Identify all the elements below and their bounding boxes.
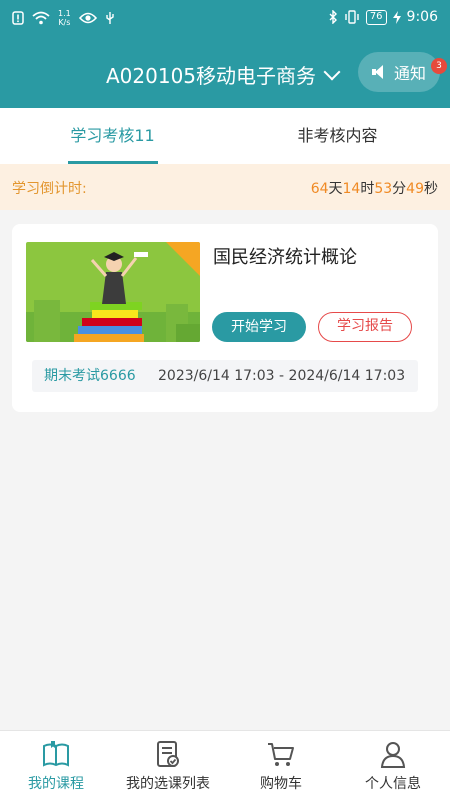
exam-date-range: 2023/6/14 17:03 - 2024/6/14 17:03 xyxy=(158,368,406,384)
eye-icon xyxy=(78,12,97,24)
exam-row[interactable]: 期末考试6666 2023/6/14 17:03 - 2024/6/14 17:… xyxy=(32,360,418,392)
checklist-icon xyxy=(157,741,179,767)
countdown-days: 64 xyxy=(310,181,329,197)
app-header: A020105移动电子商务 通知 xyxy=(0,38,450,108)
usb-icon xyxy=(106,12,114,24)
nav-course-list-label: 我的选课列表 xyxy=(126,776,210,792)
network-speed: 1.1 K/s xyxy=(58,9,71,27)
countdown-hours-unit: 时 xyxy=(360,181,375,197)
notice-badge: 3 xyxy=(431,58,447,74)
wifi-icon xyxy=(32,11,50,25)
countdown-seconds-unit: 秒 xyxy=(424,181,438,197)
nav-profile[interactable]: 个人信息 xyxy=(337,731,449,800)
course-title-text: A020105移动电子商务 xyxy=(106,64,317,88)
nav-profile-label: 个人信息 xyxy=(365,776,421,792)
tab-bar: 学习考核11 非考核内容 xyxy=(0,108,450,164)
nav-my-courses[interactable]: 我的课程 xyxy=(0,731,112,800)
countdown-hours: 14 xyxy=(342,181,361,197)
person-icon xyxy=(380,742,406,768)
countdown-minutes: 53 xyxy=(374,181,393,197)
speaker-icon xyxy=(371,65,386,79)
bluetooth-icon xyxy=(329,10,337,24)
countdown-minutes-unit: 分 xyxy=(392,181,407,197)
countdown-seconds: 49 xyxy=(406,181,424,197)
start-study-button[interactable]: 开始学习 xyxy=(212,312,306,342)
battery-indicator: 76 xyxy=(365,9,387,25)
course-card[interactable]: 国民经济统计概论 开始学习 学习报告 期末考试6666 2023/6/14 17… xyxy=(12,224,438,412)
notice-label: 通知 xyxy=(393,64,426,83)
countdown-days-unit: 天 xyxy=(328,181,343,197)
tab-non-assessment[interactable]: 非考核内容 xyxy=(225,108,450,164)
course-name[interactable]: 国民经济统计概论 xyxy=(213,243,357,269)
study-report-button[interactable]: 学习报告 xyxy=(318,312,412,342)
countdown-value: 64天14时53分49秒 xyxy=(311,178,438,198)
nav-cart-label: 购物车 xyxy=(260,776,302,792)
bottom-nav: 我的课程 我的选课列表 购物车 个人信息 xyxy=(0,730,450,800)
exam-name: 期末考试6666 xyxy=(44,368,136,384)
course-thumbnail xyxy=(26,242,200,342)
nav-my-courses-label: 我的课程 xyxy=(28,776,84,792)
vibrate-icon xyxy=(345,10,359,24)
book-icon xyxy=(43,741,69,767)
charging-icon xyxy=(392,10,401,24)
chevron-down-icon xyxy=(323,63,341,80)
cart-icon xyxy=(268,743,294,766)
notice-button[interactable]: 通知 xyxy=(358,52,440,92)
course-selector[interactable]: A020105移动电子商务 xyxy=(106,60,341,89)
study-countdown: 学习倒计时: 64天14时53分49秒 xyxy=(0,164,450,210)
nav-course-list[interactable]: 我的选课列表 xyxy=(112,731,224,800)
nav-cart[interactable]: 购物车 xyxy=(225,731,337,800)
alert-icon xyxy=(12,11,24,25)
tab-assessment[interactable]: 学习考核11 xyxy=(0,108,225,164)
status-bar: 1.1 K/s 76 9:06 xyxy=(0,0,450,38)
clock: 9:06 xyxy=(406,9,438,25)
countdown-label: 学习倒计时: xyxy=(12,181,87,197)
